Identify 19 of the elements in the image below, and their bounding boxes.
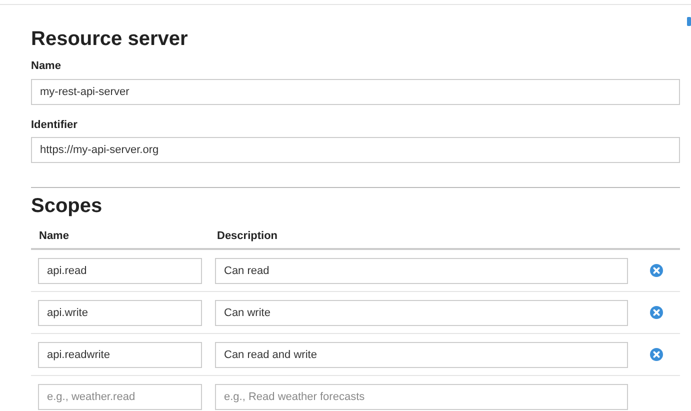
remove-button[interactable] — [650, 306, 663, 319]
page-title: Resource server — [31, 27, 189, 51]
field-label: Name — [31, 59, 62, 74]
input-field[interactable]: https://my-api-server.org — [31, 137, 680, 163]
input-field[interactable]: e.g., Read weather forecasts — [215, 384, 628, 410]
column-header: Description — [217, 230, 278, 242]
remove-button[interactable] — [650, 348, 663, 361]
input-field[interactable]: Can write — [215, 300, 628, 326]
remove-button[interactable] — [650, 264, 663, 277]
input-field[interactable]: api.read — [38, 258, 202, 284]
input-field[interactable]: Can read — [215, 258, 628, 284]
input-field[interactable]: my-rest-api-server — [31, 78, 680, 104]
field-label: Identifier — [31, 118, 78, 132]
input-field[interactable]: api.write — [38, 300, 202, 326]
input-field[interactable]: api.readwrite — [38, 342, 202, 368]
input-field[interactable]: Can read and write — [215, 342, 628, 368]
section-heading: Scopes — [31, 194, 104, 218]
column-header: Name — [39, 230, 69, 242]
input-field[interactable]: e.g., weather.read — [38, 384, 202, 410]
